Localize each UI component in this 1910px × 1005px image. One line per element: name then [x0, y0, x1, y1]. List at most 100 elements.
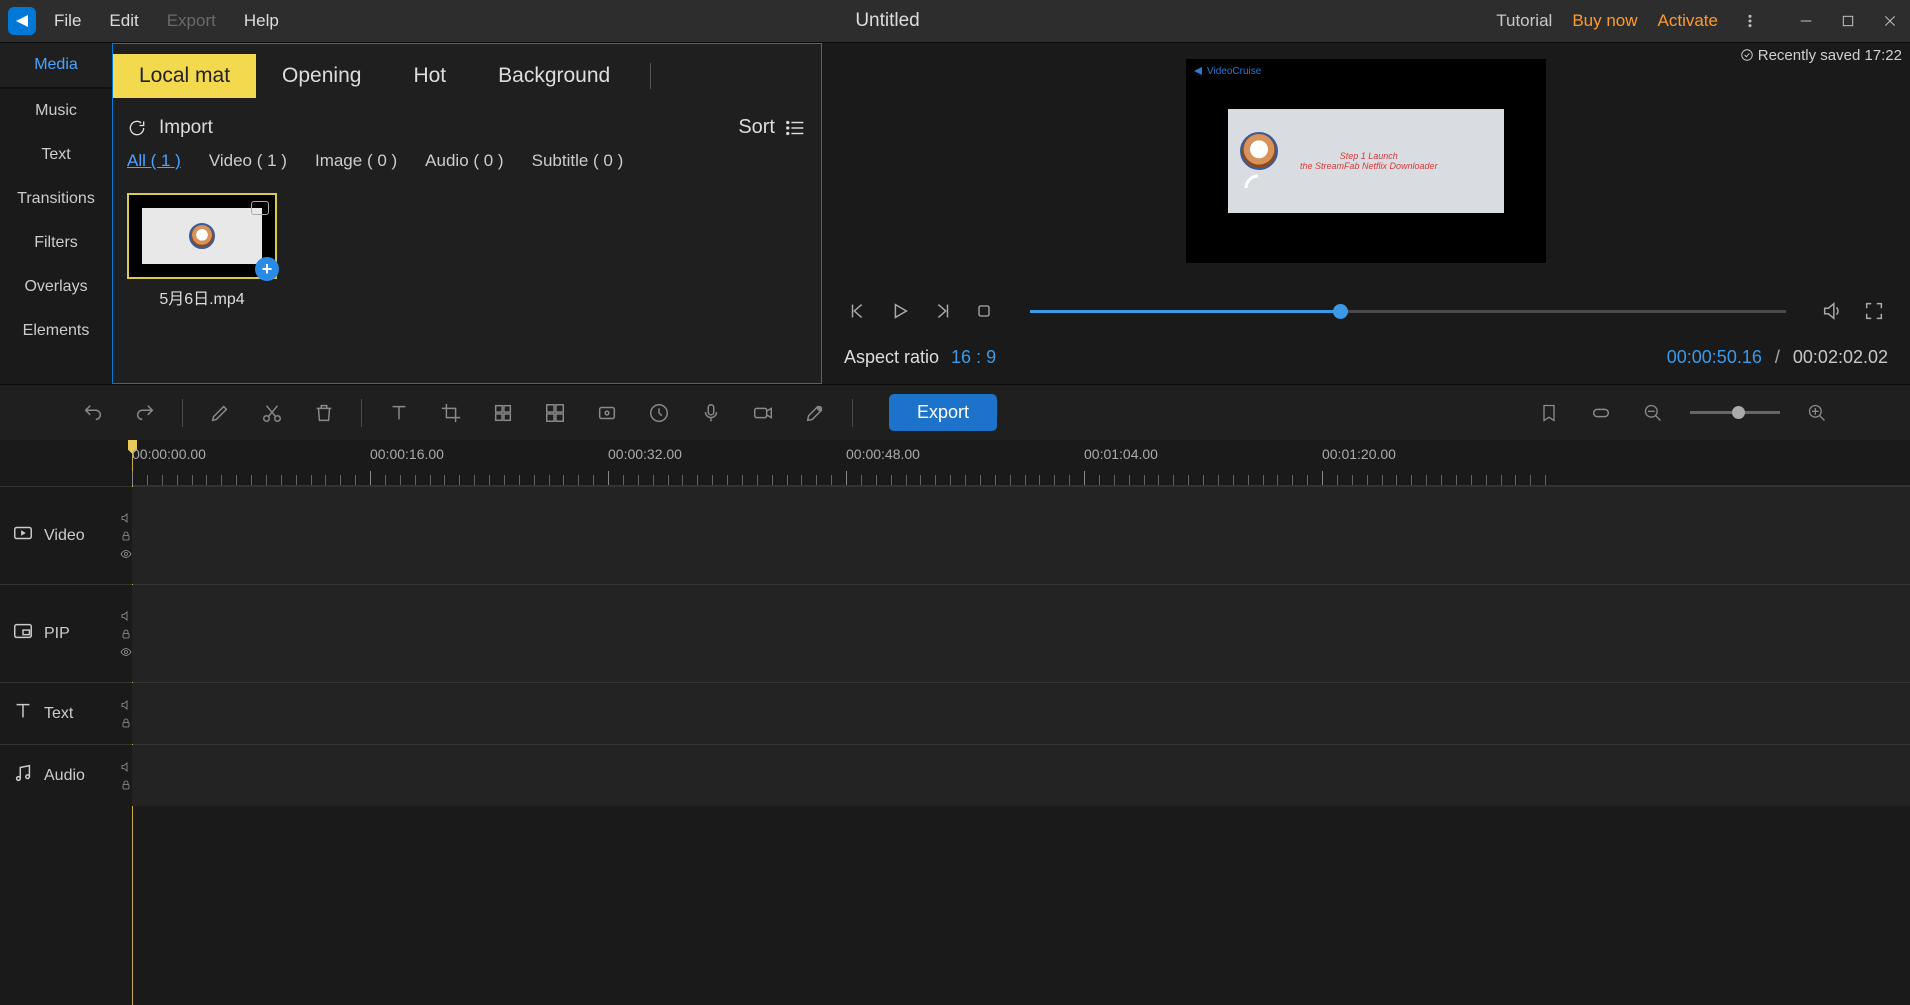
source-tab-hot[interactable]: Hot: [387, 54, 472, 98]
visibility-icon[interactable]: [120, 646, 132, 658]
sidebar-tab-elements[interactable]: Elements: [0, 309, 112, 353]
progress-bar[interactable]: [1030, 310, 1786, 313]
lock-icon[interactable]: [120, 779, 132, 791]
track-content[interactable]: [132, 487, 1910, 584]
freeze-icon[interactable]: [592, 398, 622, 428]
track-pip: PIP: [0, 584, 1910, 682]
grid-icon[interactable]: [540, 398, 570, 428]
zoom-in-icon[interactable]: [1802, 398, 1832, 428]
progress-knob[interactable]: [1333, 304, 1348, 319]
zoom-slider[interactable]: [1690, 411, 1780, 414]
source-tabs: Local mat Opening Hot Background: [113, 44, 821, 98]
more-icon[interactable]: [1738, 9, 1762, 33]
prev-frame-button[interactable]: [844, 297, 872, 325]
mute-icon[interactable]: [120, 699, 132, 711]
track-video: Video: [0, 486, 1910, 584]
mute-icon[interactable]: [120, 761, 132, 773]
sidebar-tab-filters[interactable]: Filters: [0, 221, 112, 265]
filter-image[interactable]: Image ( 0 ): [315, 151, 397, 171]
sidebar: Media Music Text Transitions Filters Ove…: [0, 43, 112, 384]
record-icon[interactable]: [748, 398, 778, 428]
filter-subtitle[interactable]: Subtitle ( 0 ): [532, 151, 624, 171]
text-tool-icon[interactable]: [384, 398, 414, 428]
cut-icon[interactable]: [257, 398, 287, 428]
next-frame-button[interactable]: [928, 297, 956, 325]
media-item[interactable]: + 5月6日.mp4: [127, 193, 277, 309]
filter-audio[interactable]: Audio ( 0 ): [425, 151, 503, 171]
lock-icon[interactable]: [120, 628, 132, 640]
media-panel: Local mat Opening Hot Background Import …: [112, 43, 822, 384]
menu-export: Export: [167, 11, 216, 31]
import-label: Import: [159, 117, 213, 139]
mute-icon[interactable]: [120, 512, 132, 524]
upper-panel: Media Music Text Transitions Filters Ove…: [0, 42, 1910, 384]
marker-icon[interactable]: [1534, 398, 1564, 428]
lock-icon[interactable]: [120, 717, 132, 729]
activate-link[interactable]: Activate: [1658, 11, 1718, 31]
close-icon[interactable]: [1878, 9, 1902, 33]
sort-button[interactable]: Sort: [738, 116, 807, 139]
sidebar-tab-transitions[interactable]: Transitions: [0, 177, 112, 221]
timeline-ruler[interactable]: 00:00:00.0000:00:16.0000:00:32.0000:00:4…: [132, 440, 1910, 486]
sidebar-tab-media[interactable]: Media: [0, 43, 112, 89]
play-button[interactable]: [886, 297, 914, 325]
thumbnail-icon: [189, 223, 215, 249]
sidebar-tab-music[interactable]: Music: [0, 89, 112, 133]
source-tab-opening[interactable]: Opening: [256, 54, 387, 98]
voiceover-icon[interactable]: [696, 398, 726, 428]
filter-video[interactable]: Video ( 1 ): [209, 151, 287, 171]
source-tab-local[interactable]: Local mat: [113, 54, 256, 98]
filter-all[interactable]: All ( 1 ): [127, 151, 181, 171]
buy-now-link[interactable]: Buy now: [1572, 11, 1637, 31]
export-button[interactable]: Export: [889, 394, 997, 431]
track-content[interactable]: [132, 745, 1910, 806]
media-grid: + 5月6日.mp4: [113, 185, 821, 317]
video-track-icon: [12, 522, 34, 549]
track-content[interactable]: [132, 585, 1910, 682]
fullscreen-button[interactable]: [1860, 297, 1888, 325]
playback-controls: [844, 297, 1888, 325]
menu-edit[interactable]: Edit: [109, 11, 138, 31]
ruler-mark: 00:01:04.00: [1084, 446, 1158, 462]
visibility-icon[interactable]: [120, 548, 132, 560]
lock-icon[interactable]: [120, 530, 132, 542]
track-label: Video: [44, 527, 85, 545]
source-tab-background[interactable]: Background: [472, 54, 636, 98]
undo-button[interactable]: [78, 398, 108, 428]
mute-icon[interactable]: [120, 610, 132, 622]
sidebar-tab-text[interactable]: Text: [0, 133, 112, 177]
redo-button[interactable]: [130, 398, 160, 428]
track-label: Text: [44, 705, 73, 723]
mosaic-icon[interactable]: [488, 398, 518, 428]
stop-button[interactable]: [970, 297, 998, 325]
ruler-mark: 00:00:48.00: [846, 446, 920, 462]
volume-button[interactable]: [1818, 297, 1846, 325]
add-to-timeline-icon[interactable]: +: [255, 257, 279, 281]
aspect-ratio-value[interactable]: 16 : 9: [951, 347, 996, 368]
preview-viewport[interactable]: VideoCruise Step 1 Launch the StreamFab …: [1186, 59, 1546, 263]
track-text: Text: [0, 682, 1910, 744]
app-logo: [8, 7, 36, 35]
tutorial-link[interactable]: Tutorial: [1496, 11, 1552, 31]
ruler-mark: 00:00:32.00: [608, 446, 682, 462]
edit-icon[interactable]: [205, 398, 235, 428]
crop-icon[interactable]: [436, 398, 466, 428]
timeline-toolbar: Export: [0, 384, 1910, 440]
track-content[interactable]: [132, 683, 1910, 744]
spinner-icon: [1242, 174, 1276, 190]
speed-icon[interactable]: [644, 398, 674, 428]
saved-badge: Recently saved 17:22: [1740, 47, 1902, 64]
import-button[interactable]: Import: [127, 117, 213, 139]
maximize-icon[interactable]: [1836, 9, 1860, 33]
chroma-icon[interactable]: [800, 398, 830, 428]
zoom-knob[interactable]: [1732, 406, 1745, 419]
zoom-out-icon[interactable]: [1638, 398, 1668, 428]
menu-file[interactable]: File: [54, 11, 81, 31]
fit-icon[interactable]: [1586, 398, 1616, 428]
menu-help[interactable]: Help: [244, 11, 279, 31]
minimize-icon[interactable]: [1794, 9, 1818, 33]
delete-icon[interactable]: [309, 398, 339, 428]
sidebar-tab-overlays[interactable]: Overlays: [0, 265, 112, 309]
title-bar: File Edit Export Help Untitled Tutorial …: [0, 0, 1910, 42]
preview-sample-text: Step 1 Launch the StreamFab Netflix Down…: [1300, 151, 1438, 171]
